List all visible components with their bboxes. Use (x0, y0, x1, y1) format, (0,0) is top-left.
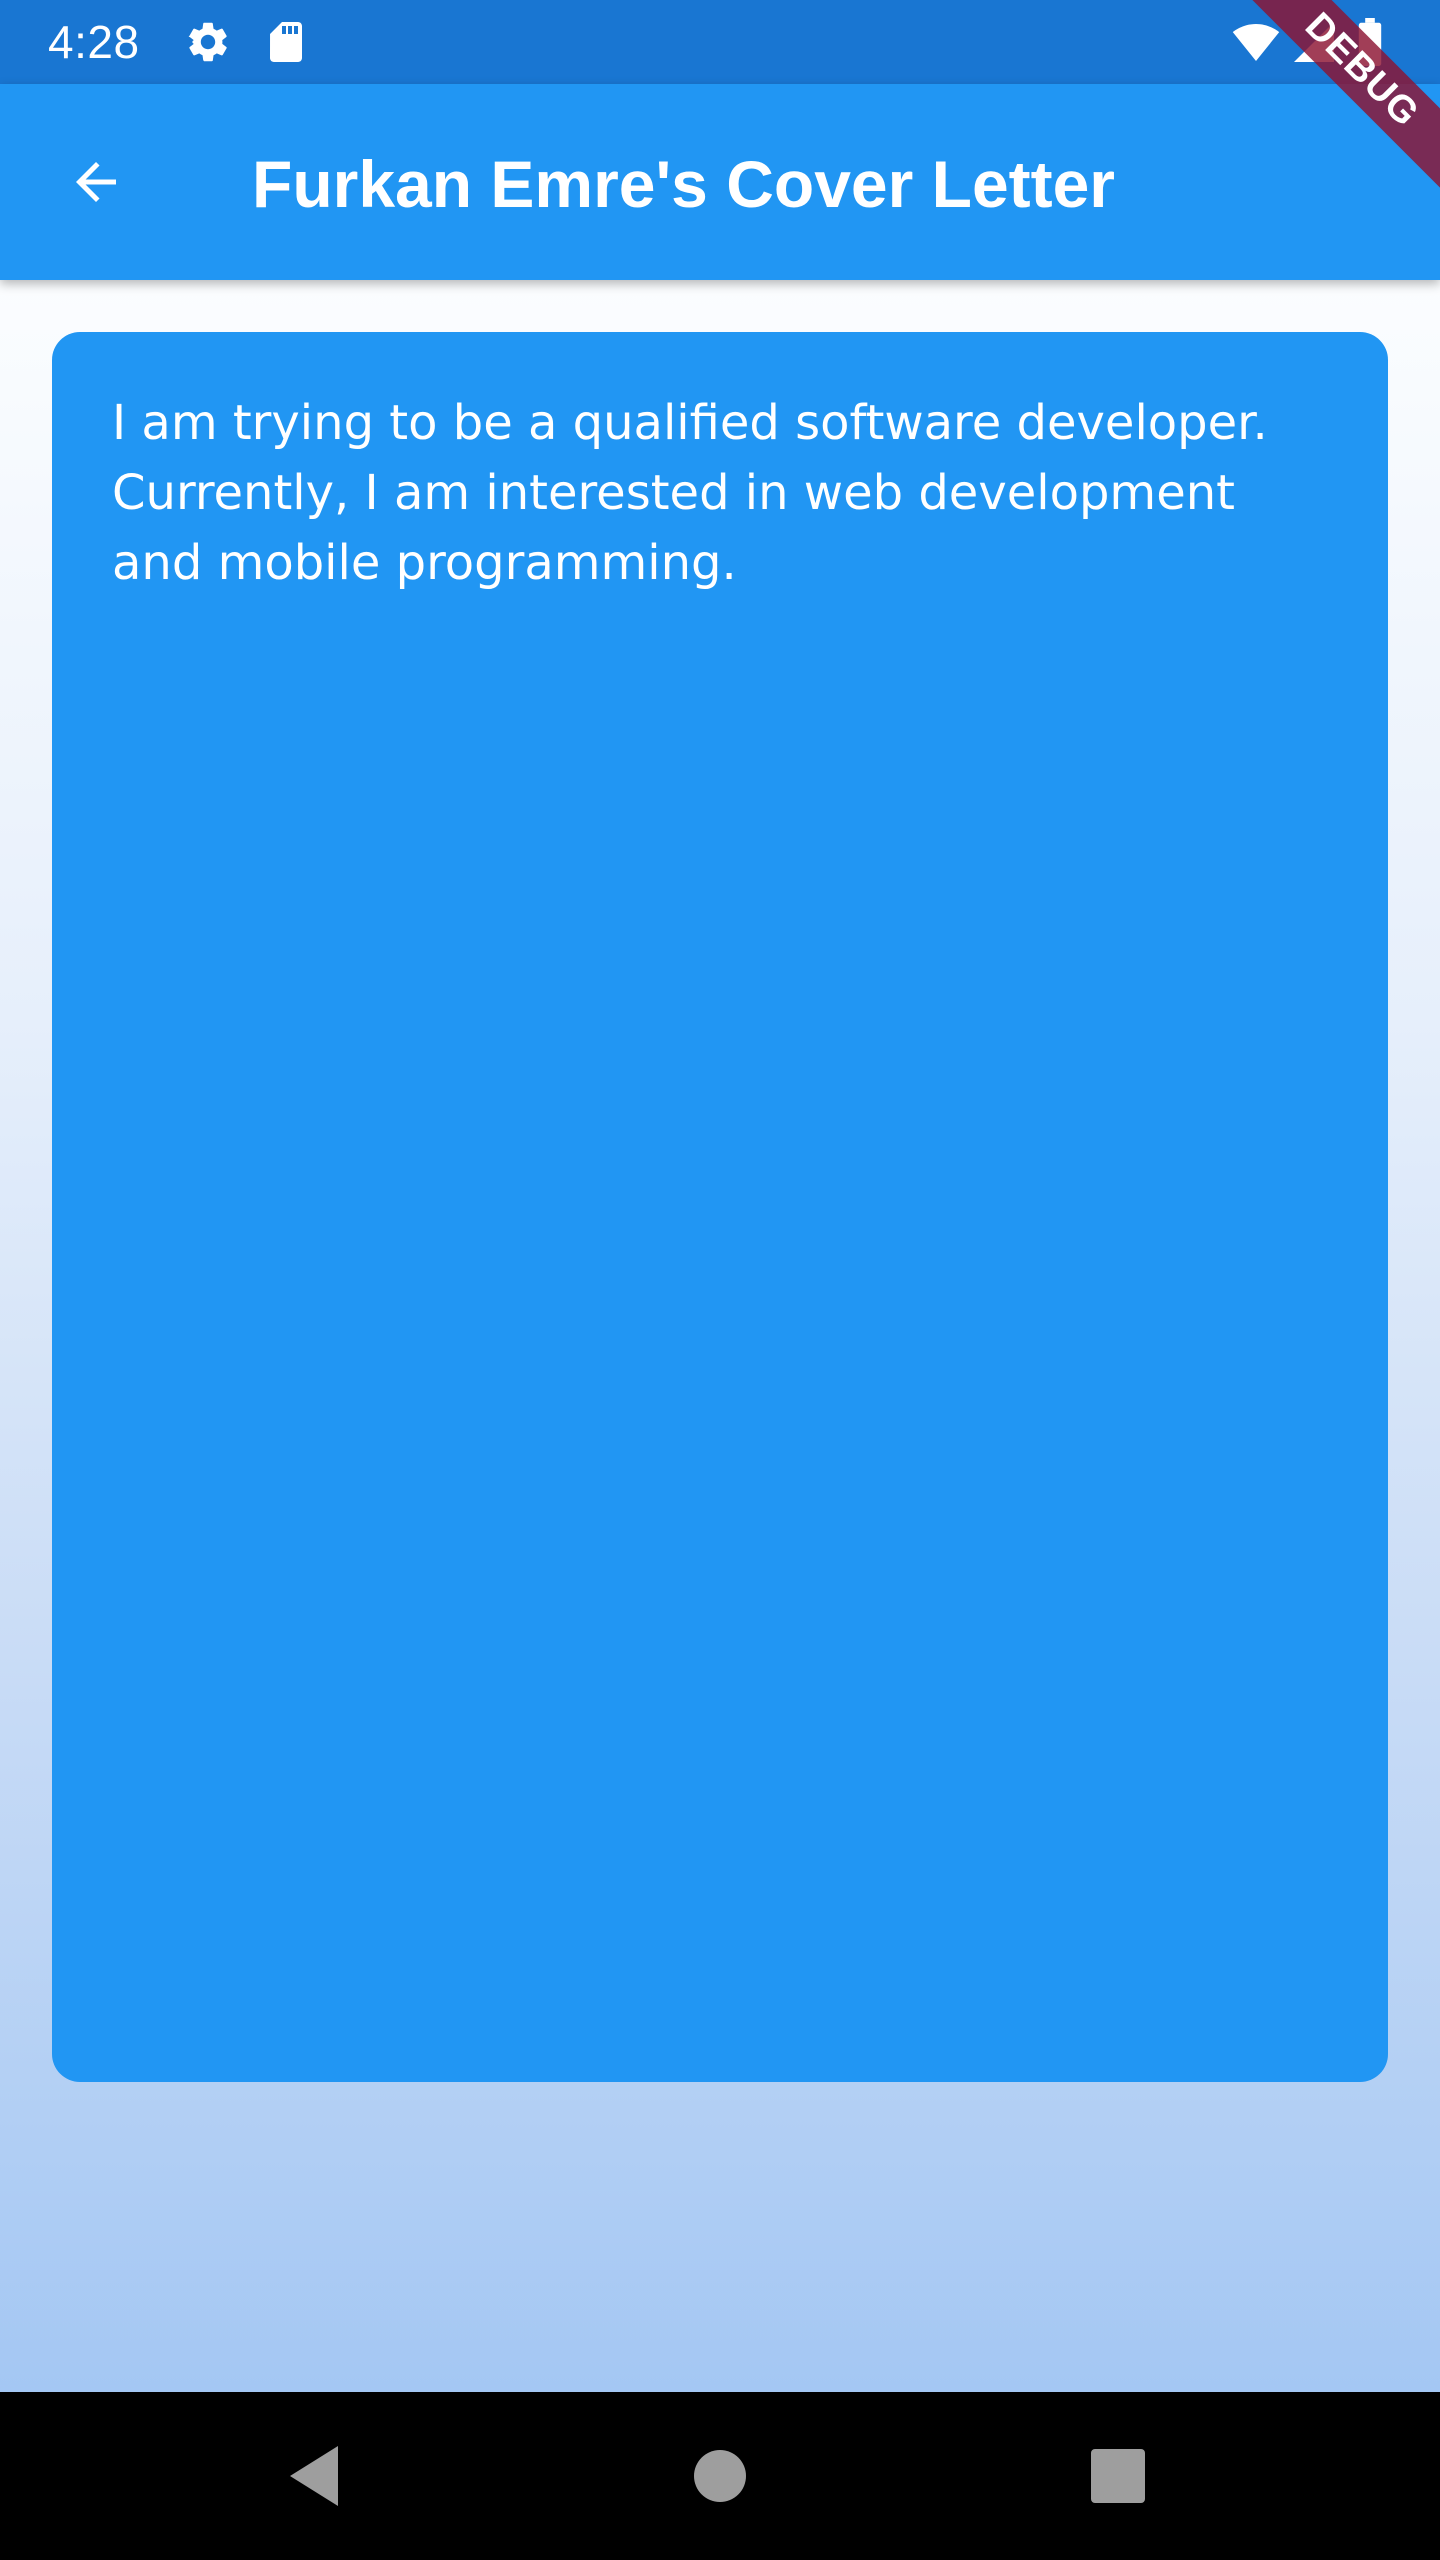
nav-back-button[interactable] (272, 2432, 360, 2520)
nav-recents-button[interactable] (1074, 2432, 1162, 2520)
battery-icon (1350, 18, 1390, 66)
status-time: 4:28 (48, 16, 140, 68)
sd-card-icon (262, 18, 310, 66)
cover-letter-card: I am trying to be a qualified software d… (52, 332, 1388, 2082)
back-triangle-icon (290, 2446, 338, 2506)
cover-letter-text: I am trying to be a qualified software d… (112, 395, 1268, 591)
signal-icon (1290, 18, 1338, 66)
wifi-icon (1228, 18, 1284, 66)
status-bar: 4:28 (0, 0, 1440, 84)
page-title: Furkan Emre's Cover Letter (252, 147, 1115, 221)
gear-icon (184, 18, 232, 66)
home-circle-icon (694, 2450, 746, 2502)
back-button[interactable] (48, 134, 144, 230)
app-bar: Furkan Emre's Cover Letter (0, 84, 1440, 280)
page-body: I am trying to be a qualified software d… (0, 280, 1440, 2392)
navigation-bar (0, 2392, 1440, 2560)
recents-square-icon (1091, 2449, 1145, 2503)
arrow-back-icon (76, 162, 116, 202)
nav-home-button[interactable] (676, 2432, 764, 2520)
